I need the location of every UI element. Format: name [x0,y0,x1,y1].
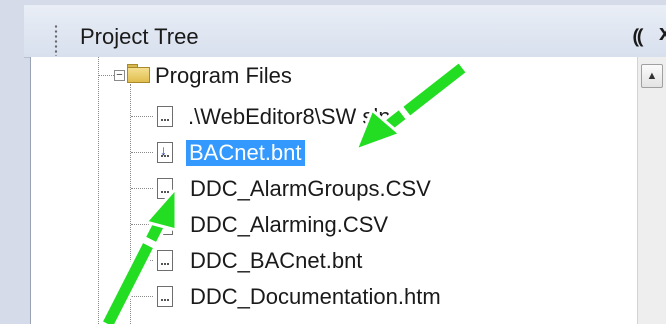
green-arrow-top-right [353,61,468,153]
project-tree-panel: Project Tree ⸨ x − Program Files .\WebEd… [0,0,666,324]
green-arrow-bottom-left [100,184,178,324]
annotation-arrows [100,61,468,324]
